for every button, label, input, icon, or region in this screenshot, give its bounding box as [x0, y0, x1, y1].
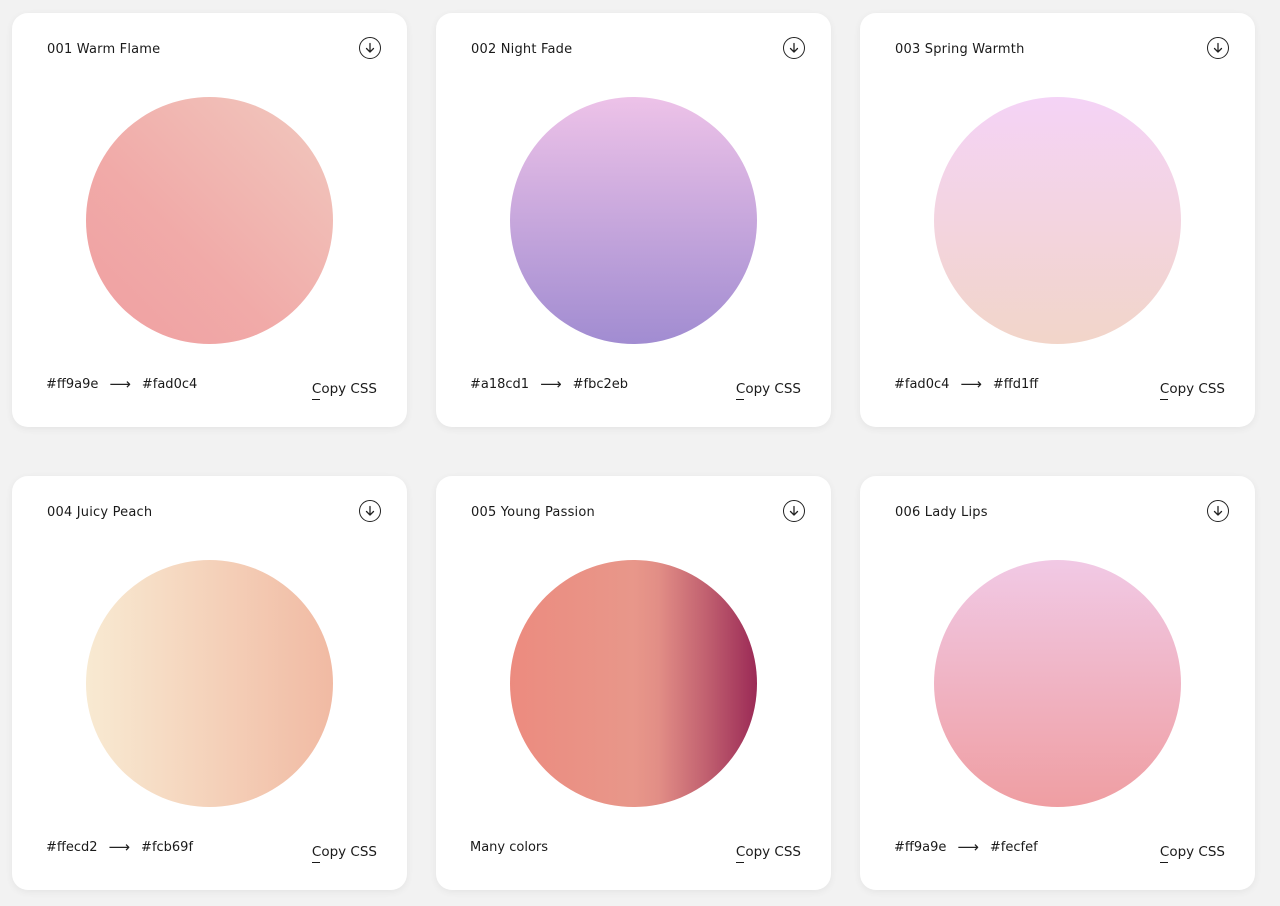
gradient-swatch [86, 560, 333, 807]
color-stops: #ff9a9e ⟶ #fad0c4 [46, 375, 198, 393]
card-title: 001 Warm Flame [47, 42, 161, 57]
color-stops: #fad0c4 ⟶ #ffd1ff [894, 375, 1039, 393]
arrow-right-icon: ⟶ [960, 375, 982, 393]
card-title: 003 Spring Warmth [895, 42, 1025, 57]
gradient-swatch [510, 97, 757, 344]
color-from: #a18cd1 [470, 377, 530, 392]
gradient-swatch [934, 97, 1181, 344]
gradient-swatch [510, 560, 757, 807]
copy-css-button[interactable]: Copy CSS [311, 843, 377, 863]
copy-css-button[interactable]: Copy CSS [311, 380, 377, 400]
copy-underline [735, 861, 744, 863]
gradient-card: 004 Juicy Peach #ffecd2 ⟶ #fcb69f Copy C… [12, 476, 407, 890]
color-stops: #ffecd2 ⟶ #fcb69f [46, 838, 194, 856]
copy-underline [1159, 861, 1168, 863]
copy-underline [311, 398, 320, 400]
download-button[interactable] [359, 500, 381, 522]
copy-underline [1159, 398, 1168, 400]
card-title: 006 Lady Lips [895, 505, 988, 520]
copy-underline [311, 861, 320, 863]
many-colors-label: Many colors [470, 840, 549, 855]
card-title: 002 Night Fade [471, 42, 573, 57]
download-button[interactable] [1207, 37, 1229, 59]
download-circle-icon [365, 42, 375, 53]
copy-css-button[interactable]: Copy CSS [1159, 843, 1225, 863]
color-from: #ff9a9e [46, 377, 99, 392]
download-button[interactable] [359, 37, 381, 59]
gradient-card: 002 Night Fade #a18cd1 ⟶ #fbc2eb Copy CS… [436, 13, 831, 427]
download-circle-icon [789, 42, 799, 53]
gradient-grid: 001 Warm Flame #ff9a9e ⟶ #fad0c4 Copy CS… [12, 13, 1255, 890]
arrow-right-icon: ⟶ [540, 375, 562, 393]
color-to: #ffd1ff [992, 377, 1039, 392]
arrow-right-icon: ⟶ [109, 375, 131, 393]
download-circle-icon [1213, 42, 1223, 53]
arrow-right-icon: ⟶ [957, 838, 979, 856]
gradient-card: 005 Young Passion Many colors Copy CSS [436, 476, 831, 890]
download-circle-icon [789, 505, 799, 516]
color-to: #fbc2eb [572, 377, 628, 392]
copy-css-button[interactable]: Copy CSS [1159, 380, 1225, 400]
copy-underline [735, 398, 744, 400]
color-stops: #a18cd1 ⟶ #fbc2eb [470, 375, 628, 393]
download-circle-icon [1213, 505, 1223, 516]
gradient-card: 006 Lady Lips #ff9a9e ⟶ #fecfef Copy CSS [860, 476, 1255, 890]
color-from: #ffecd2 [46, 840, 98, 855]
copy-css-label: Copy CSS [735, 381, 801, 397]
copy-css-button[interactable]: Copy CSS [735, 380, 801, 400]
copy-css-label: Copy CSS [311, 844, 377, 860]
gradient-swatch [934, 560, 1181, 807]
color-to: #fad0c4 [141, 377, 198, 392]
copy-css-label: Copy CSS [1159, 381, 1225, 397]
download-circle-icon [365, 505, 375, 516]
download-button[interactable] [783, 500, 805, 522]
gradient-swatch [86, 97, 333, 344]
card-title: 005 Young Passion [471, 505, 595, 520]
copy-css-label: Copy CSS [735, 844, 801, 860]
card-title: 004 Juicy Peach [47, 505, 153, 520]
color-from: #fad0c4 [894, 377, 950, 392]
arrow-right-icon: ⟶ [108, 838, 131, 856]
color-from: #ff9a9e [894, 840, 947, 855]
copy-css-label: Copy CSS [311, 381, 377, 397]
download-button[interactable] [1207, 500, 1229, 522]
copy-css-label: Copy CSS [1159, 844, 1225, 860]
download-button[interactable] [783, 37, 805, 59]
gradient-card: 001 Warm Flame #ff9a9e ⟶ #fad0c4 Copy CS… [12, 13, 407, 427]
copy-css-button[interactable]: Copy CSS [735, 843, 801, 863]
color-stops: #ff9a9e ⟶ #fecfef [894, 838, 1038, 856]
color-to: #fcb69f [141, 840, 194, 855]
gradient-card: 003 Spring Warmth #fad0c4 ⟶ #ffd1ff Copy… [860, 13, 1255, 427]
color-to: #fecfef [989, 840, 1038, 855]
color-stops: Many colors [470, 840, 548, 855]
